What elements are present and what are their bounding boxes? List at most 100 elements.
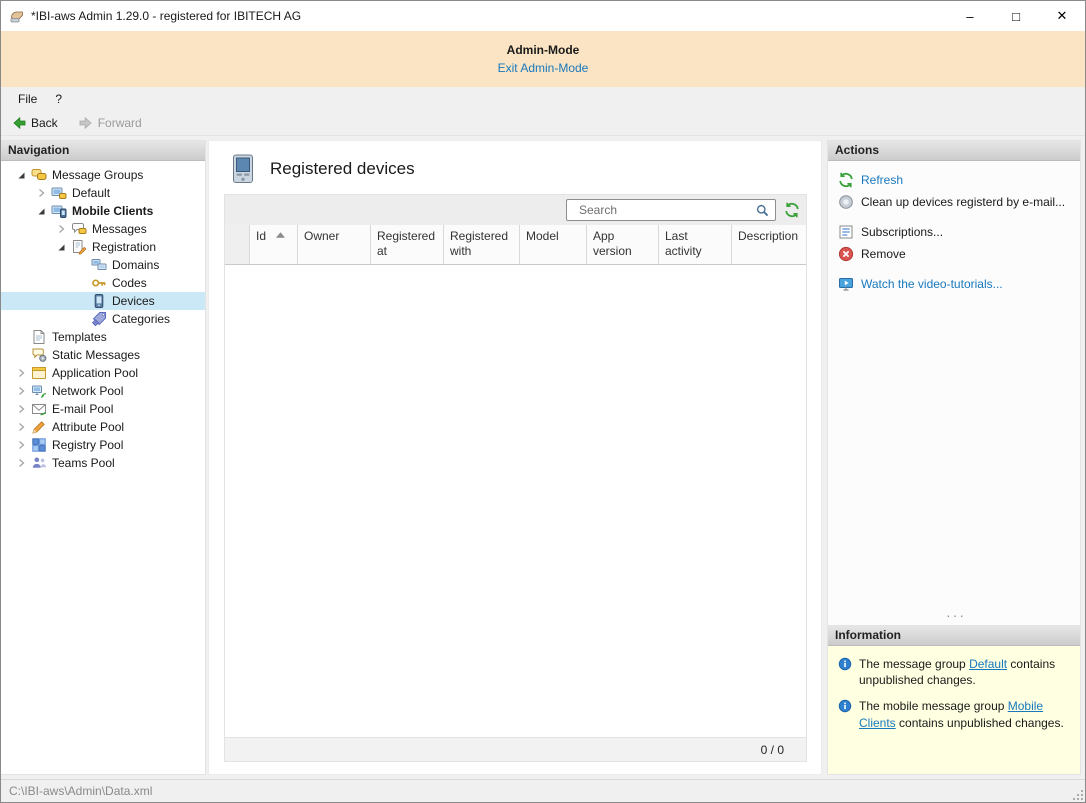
- column-header-registered-with[interactable]: Registered with: [444, 225, 520, 264]
- info-item-mobile-clients-unpublished: The mobile message group Mobile Clients …: [838, 698, 1074, 730]
- back-button[interactable]: Back: [5, 113, 64, 133]
- tree-item-registry-pool[interactable]: Registry Pool: [1, 436, 205, 454]
- mobile-message-group-icon: [51, 203, 67, 219]
- info-item-default-unpublished: The message group Default contains unpub…: [838, 656, 1074, 688]
- messages-icon: [71, 221, 87, 237]
- tree-item-default[interactable]: Default: [1, 184, 205, 202]
- tree-item-label: Message Groups: [52, 168, 147, 182]
- info-link-default[interactable]: Default: [969, 657, 1007, 671]
- exit-admin-mode-link[interactable]: Exit Admin-Mode: [498, 61, 589, 75]
- content-area: Navigation Message Groups Default Mobile…: [1, 136, 1085, 779]
- action-watch-video-tutorials[interactable]: Watch the video-tutorials...: [838, 273, 1074, 295]
- tree-collapsed-icon[interactable]: [11, 421, 31, 433]
- tree-collapsed-icon[interactable]: [11, 403, 31, 415]
- tree-item-label: Registry Pool: [52, 438, 127, 452]
- tree-item-message-groups[interactable]: Message Groups: [1, 166, 205, 184]
- tree-collapsed-icon[interactable]: [31, 187, 51, 199]
- tree-item-devices[interactable]: Devices: [1, 292, 205, 310]
- column-header-registered-at[interactable]: Registered at: [371, 225, 444, 264]
- clean-up-icon: [838, 194, 854, 210]
- tree-item-label: Teams Pool: [52, 456, 119, 470]
- registration-icon: [71, 239, 87, 255]
- maximize-button[interactable]: □: [993, 1, 1039, 31]
- tree-item-network-pool[interactable]: Network Pool: [1, 382, 205, 400]
- message-groups-icon: [31, 167, 47, 183]
- close-button[interactable]: ✕: [1039, 1, 1085, 31]
- tree-item-attribute-pool[interactable]: Attribute Pool: [1, 418, 205, 436]
- forward-button[interactable]: Forward: [72, 113, 148, 133]
- tree-item-templates[interactable]: Templates: [1, 328, 205, 346]
- navigation-panel: Navigation Message Groups Default Mobile…: [1, 140, 206, 775]
- actions-list: Refresh Clean up devices registerd by e-…: [828, 161, 1080, 625]
- tree-item-teams-pool[interactable]: Teams Pool: [1, 454, 205, 472]
- maximize-icon: □: [1012, 9, 1020, 24]
- tree-expanded-icon[interactable]: [11, 169, 31, 181]
- action-refresh[interactable]: Refresh: [838, 169, 1074, 191]
- titlebar: *IBI-aws Admin 1.29.0 - registered for I…: [1, 1, 1085, 31]
- email-pool-icon: [31, 401, 47, 417]
- column-header-app-version[interactable]: App version: [587, 225, 659, 264]
- app-window: *IBI-aws Admin 1.29.0 - registered for I…: [0, 0, 1086, 803]
- navigation-toolbar: Back Forward: [1, 110, 1085, 136]
- search-icon[interactable]: [749, 200, 775, 220]
- actions-header: Actions: [828, 141, 1080, 161]
- admin-mode-banner: Admin-Mode Exit Admin-Mode: [1, 31, 1085, 87]
- column-header-description[interactable]: Description: [732, 225, 806, 264]
- column-header-owner[interactable]: Owner: [298, 225, 371, 264]
- registered-devices-icon: [230, 154, 256, 184]
- tree-collapsed-icon[interactable]: [11, 457, 31, 469]
- tree-collapsed-icon[interactable]: [11, 367, 31, 379]
- information-list: The message group Default contains unpub…: [828, 646, 1080, 774]
- column-header-last-activity[interactable]: Last activity: [659, 225, 732, 264]
- action-clean-up-devices[interactable]: Clean up devices registerd by e-mail...: [838, 191, 1074, 213]
- tree-collapsed-icon[interactable]: [11, 439, 31, 451]
- actions-panel: Actions Refresh Clean up devices registe…: [827, 140, 1081, 625]
- tree-item-codes[interactable]: Codes: [1, 274, 205, 292]
- tree-item-email-pool[interactable]: E-mail Pool: [1, 400, 205, 418]
- info-icon: [838, 657, 852, 671]
- tree-item-application-pool[interactable]: Application Pool: [1, 364, 205, 382]
- info-text: The mobile message group Mobile Clients …: [859, 698, 1074, 730]
- information-panel: Information The message group Default co…: [827, 625, 1081, 775]
- window-controls: – □ ✕: [947, 1, 1085, 31]
- column-header-id[interactable]: Id: [250, 225, 298, 264]
- tree-expanded-icon[interactable]: [31, 205, 51, 217]
- refresh-grid-icon[interactable]: [781, 199, 803, 221]
- application-pool-icon: [31, 365, 47, 381]
- tree-item-mobile-clients[interactable]: Mobile Clients: [1, 202, 205, 220]
- minimize-button[interactable]: –: [947, 1, 993, 31]
- tree-item-domains[interactable]: Domains: [1, 256, 205, 274]
- tree-collapsed-icon[interactable]: [51, 223, 71, 235]
- tree-collapsed-icon[interactable]: [11, 385, 31, 397]
- tree-item-label: Network Pool: [52, 384, 127, 398]
- back-label: Back: [31, 116, 58, 130]
- menu-help[interactable]: ?: [46, 89, 71, 109]
- action-remove[interactable]: Remove: [838, 243, 1074, 265]
- action-subscriptions[interactable]: Subscriptions...: [838, 221, 1074, 243]
- tree-item-categories[interactable]: Categories: [1, 310, 205, 328]
- tree-expanded-icon[interactable]: [51, 241, 71, 253]
- forward-label: Forward: [98, 116, 142, 130]
- column-header-model[interactable]: Model: [520, 225, 587, 264]
- back-arrow-icon: [11, 115, 27, 131]
- info-text: The message group Default contains unpub…: [859, 656, 1074, 688]
- network-pool-icon: [31, 383, 47, 399]
- app-icon: [9, 8, 25, 24]
- tree-item-messages[interactable]: Messages: [1, 220, 205, 238]
- tree-item-label: E-mail Pool: [52, 402, 117, 416]
- tree-item-label: Attribute Pool: [52, 420, 128, 434]
- tree-item-label: Default: [72, 186, 114, 200]
- table-footer: 0 / 0: [225, 737, 806, 761]
- video-tutorials-icon: [838, 276, 854, 292]
- menu-file[interactable]: File: [9, 89, 46, 109]
- tree-item-registration[interactable]: Registration: [1, 238, 205, 256]
- info-icon: [838, 699, 852, 713]
- search-box: [566, 199, 776, 221]
- search-input[interactable]: [567, 203, 749, 217]
- tree-item-label: Codes: [112, 276, 151, 290]
- attribute-pool-icon: [31, 419, 47, 435]
- grid-toolbar: [225, 195, 806, 225]
- panel-splitter[interactable]: ···: [838, 608, 1074, 623]
- resize-grip-icon[interactable]: [1071, 788, 1084, 801]
- tree-item-static-messages[interactable]: Static Messages: [1, 346, 205, 364]
